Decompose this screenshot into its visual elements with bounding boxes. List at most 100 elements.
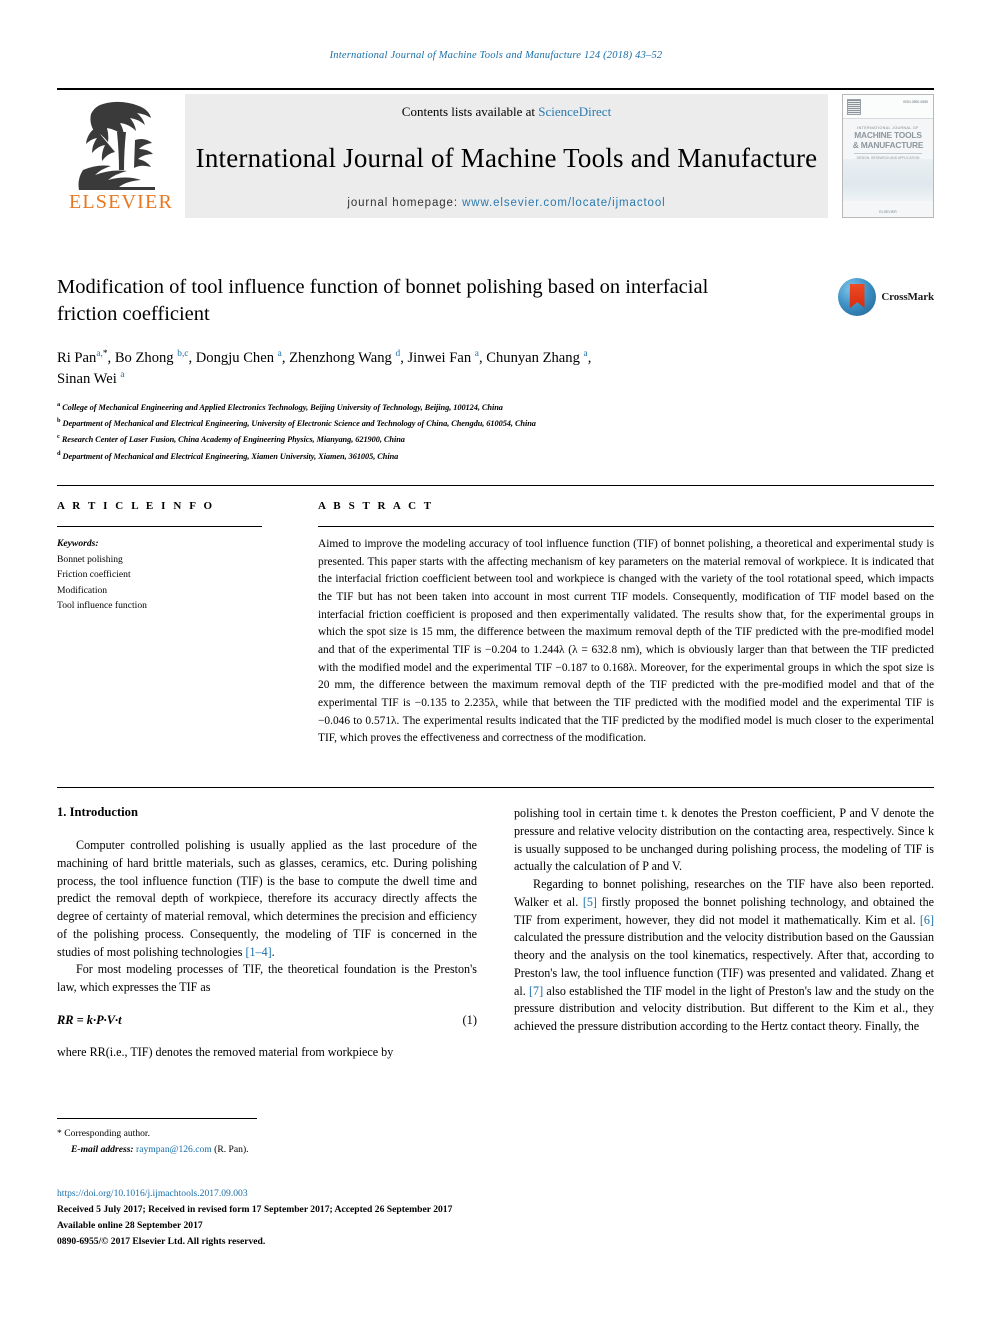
footnote-block: * Corresponding author. E-mail address: …: [57, 1126, 487, 1157]
author-item: Jinwei Fan a,: [407, 349, 487, 366]
journal-band: Contents lists available at ScienceDirec…: [185, 94, 828, 218]
author-item: Zhenzhong Wang d,: [289, 349, 408, 366]
section-divider-top: [57, 485, 934, 486]
article-info-rule: [57, 526, 262, 527]
affiliation-item: a College of Mechanical Engineering and …: [57, 399, 934, 415]
author-affil-marker: a: [474, 349, 479, 360]
author-list: Ri Pana,*, Bo Zhong b,c, Dongju Chen a, …: [57, 348, 757, 391]
paragraph-text: Computer controlled polishing is usually…: [57, 838, 477, 959]
affiliation-text: Department of Mechanical and Electrical …: [62, 451, 399, 461]
sciencedirect-link[interactable]: ScienceDirect: [538, 104, 611, 119]
corresponding-marker: *: [102, 349, 108, 360]
equation-1: RR = k·P·V·t (1): [57, 1013, 477, 1028]
cover-publisher: ELSEVIER: [879, 210, 897, 214]
email-label: E-mail address:: [71, 1143, 134, 1155]
paragraph-text: .: [271, 944, 275, 959]
journal-homepage-line: journal homepage: www.elsevier.com/locat…: [347, 197, 665, 209]
available-online-date: Available online 28 September 2017: [57, 1220, 203, 1232]
introduction-heading: 1. Introduction: [57, 805, 138, 819]
cover-header: ISSN 0890-6955: [843, 95, 933, 119]
page-title: Modification of tool influence function …: [57, 276, 709, 326]
journal-masthead: ELSEVIER Contents lists available at Sci…: [57, 88, 934, 218]
equation-number: (1): [462, 1012, 477, 1027]
cover-artwork: [843, 159, 933, 201]
author-affil-marker: a: [583, 349, 588, 360]
keyword-item: Friction coefficient: [57, 569, 131, 581]
author-item: Chunyan Zhang a,: [486, 349, 592, 366]
citation-link[interactable]: [6]: [920, 913, 934, 927]
crossmark-icon: [838, 278, 877, 316]
abstract-heading: A B S T R A C T: [318, 500, 434, 512]
email-suffix: (R. Pan).: [211, 1143, 249, 1155]
elsevier-tree-icon: [73, 98, 169, 190]
paragraph-text: also established the TIF model in the li…: [514, 983, 934, 1034]
doi-link[interactable]: https://doi.org/10.1016/j.ijmachtools.20…: [57, 1186, 617, 1202]
cover-title-line1: MACHINE TOOLS: [854, 130, 922, 140]
affiliation-item: d Department of Mechanical and Electrica…: [57, 448, 934, 464]
paragraph: For most modeling processes of TIF, the …: [57, 962, 477, 995]
affiliation-list: a College of Mechanical Engineering and …: [57, 399, 934, 464]
affiliation-text: Research Center of Laser Fusion, China A…: [61, 435, 405, 445]
abstract-rule: [318, 526, 934, 527]
email-note: E-mail address: raympan@126.com (R. Pan)…: [57, 1142, 487, 1158]
abstract-column: A B S T R A C T Aimed to improve the mod…: [318, 500, 934, 748]
cover-title-line2: & MANUFACTURE: [852, 139, 924, 150]
title-block: Modification of tool influence function …: [57, 274, 934, 329]
equation-body: RR = k·P·V·t: [57, 1012, 122, 1027]
crossmark-badge[interactable]: CrossMark: [838, 278, 934, 316]
journal-title: International Journal of Machine Tools a…: [195, 143, 818, 173]
paragraph: Computer controlled polishing is usually…: [57, 837, 477, 961]
keywords-heading: Keywords:: [57, 538, 99, 549]
elsevier-wordmark: ELSEVIER: [68, 191, 174, 213]
email-link[interactable]: raympan@126.com: [136, 1144, 212, 1155]
article-info-column: A R T I C L E I N F O Keywords: Bonnet p…: [57, 500, 262, 614]
citation-link[interactable]: [1–4]: [245, 945, 271, 959]
citation-link[interactable]: [7]: [529, 984, 543, 998]
corresponding-author-note: * Corresponding author.: [57, 1128, 150, 1139]
author-affil-marker: a: [277, 349, 282, 360]
affiliation-marker: c: [57, 433, 60, 441]
affiliation-text: College of Mechanical Engineering and Ap…: [62, 402, 503, 412]
body-column-right: polishing tool in certain time t. k deno…: [514, 805, 934, 1036]
citation-link[interactable]: [5]: [583, 895, 597, 909]
journal-cover-thumbnail: ISSN 0890-6955 INTERNATIONAL JOURNAL OF …: [842, 94, 934, 218]
homepage-url-link[interactable]: www.elsevier.com/locate/ijmactool: [462, 197, 666, 209]
author-item: Bo Zhong b,c,: [114, 349, 196, 366]
cover-barcode-icon: [847, 99, 861, 115]
article-info-heading: A R T I C L E I N F O: [57, 500, 215, 512]
contents-prefix: Contents lists available at: [401, 104, 539, 119]
affiliation-item: c Research Center of Laser Fusion, China…: [57, 431, 934, 447]
body-column-left: 1. Introduction Computer controlled poli…: [57, 805, 477, 1062]
keyword-item: Tool influence function: [57, 600, 147, 612]
affiliation-item: b Department of Mechanical and Electrica…: [57, 415, 934, 431]
running-head: International Journal of Machine Tools a…: [329, 50, 663, 61]
abstract-text: Aimed to improve the modeling accuracy o…: [318, 538, 934, 745]
keyword-item: Modification: [57, 584, 108, 596]
elsevier-logo: ELSEVIER: [57, 94, 185, 218]
keyword-item: Bonnet polishing: [57, 553, 123, 565]
article-page: International Journal of Machine Tools a…: [0, 0, 992, 1323]
homepage-prefix: journal homepage:: [347, 197, 463, 209]
paragraph: where RR(i.e., TIF) denotes the removed …: [57, 1044, 394, 1059]
cover-issn: ISSN 0890-6955: [902, 100, 928, 104]
contents-available-line: Contents lists available at ScienceDirec…: [402, 104, 611, 120]
author-affil-marker: d: [395, 349, 401, 360]
footnote-divider: [57, 1118, 257, 1119]
footer-block: https://doi.org/10.1016/j.ijmachtools.20…: [57, 1186, 617, 1250]
copyright-line: 0890-6955/© 2017 Elsevier Ltd. All right…: [57, 1236, 266, 1248]
affiliation-text: Department of Mechanical and Electrical …: [62, 418, 536, 428]
author-affil-marker: a: [120, 370, 125, 381]
paragraph: polishing tool in certain time t. k deno…: [514, 806, 934, 874]
cover-divider: [854, 152, 922, 154]
author-item: Ri Pana,*,: [57, 349, 115, 366]
affiliation-marker: a: [57, 401, 61, 408]
author-item: Sinan Wei a: [57, 370, 125, 388]
received-dates: Received 5 July 2017; Received in revise…: [57, 1204, 453, 1216]
crossmark-label: CrossMark: [881, 291, 934, 303]
author-item: Dongju Chen a,: [195, 349, 290, 366]
paragraph: Regarding to bonnet polishing, researche…: [514, 876, 934, 1036]
section-divider-mid: [57, 787, 934, 788]
affiliation-marker: d: [57, 449, 61, 457]
affiliation-marker: b: [57, 417, 61, 425]
author-affil-marker: b,c: [177, 349, 189, 360]
